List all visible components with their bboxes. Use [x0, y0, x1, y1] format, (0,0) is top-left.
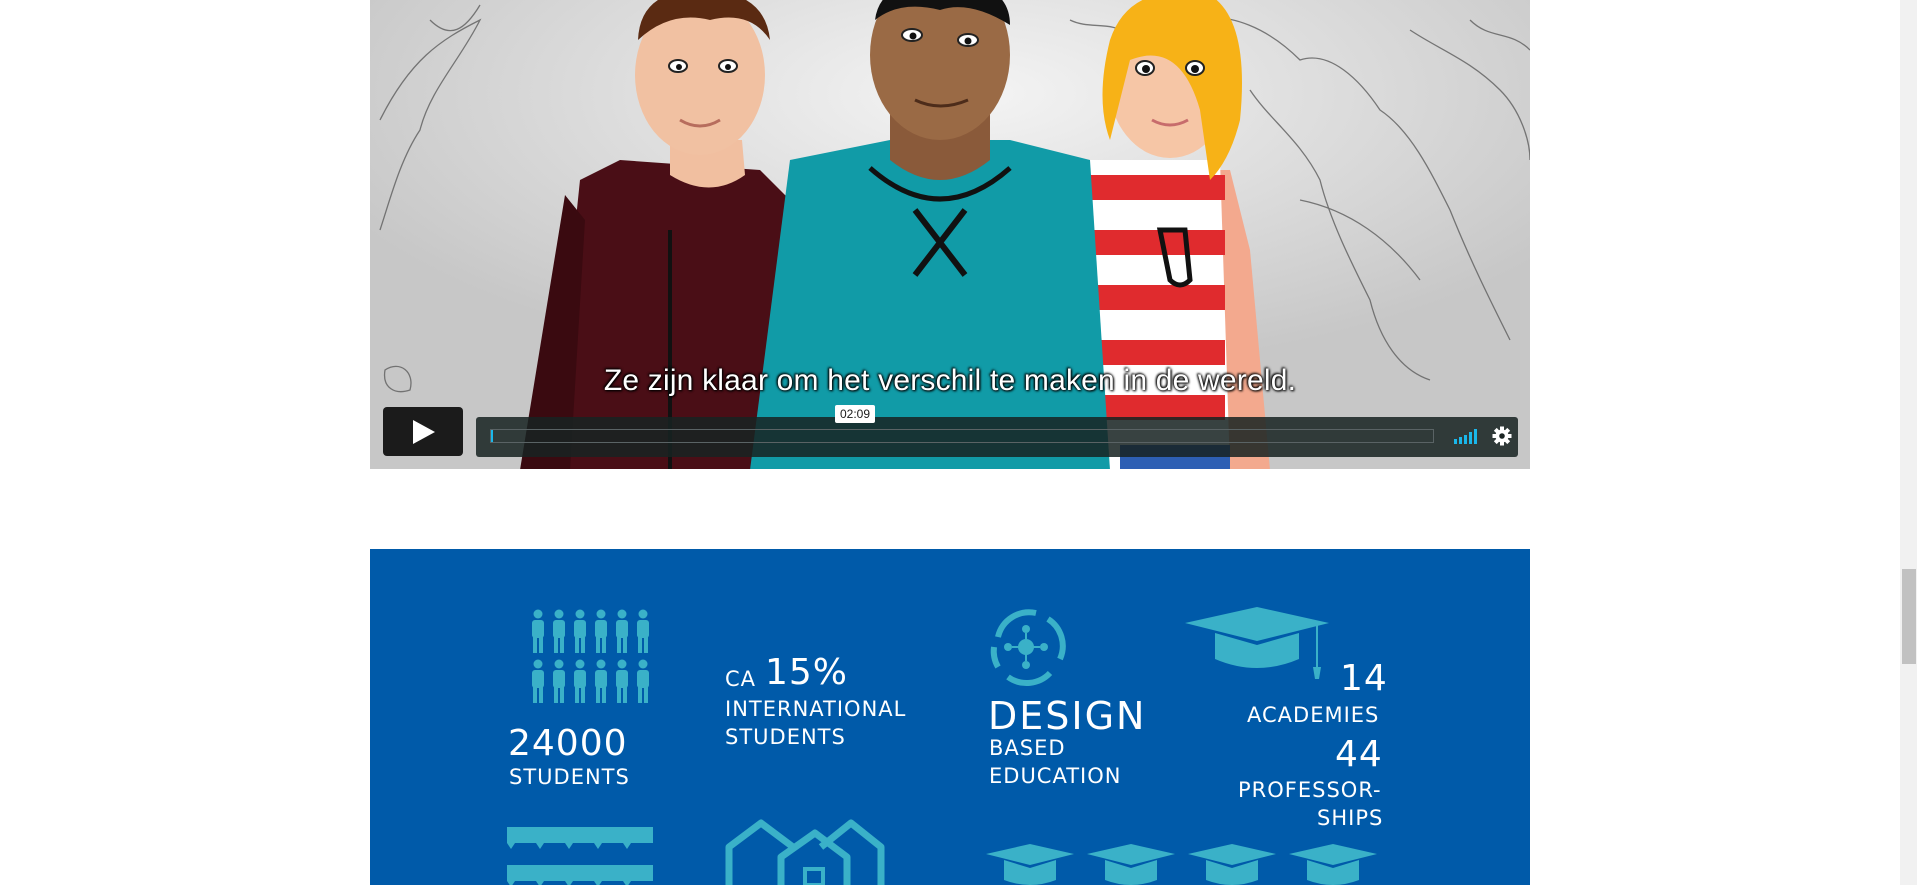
graduation-caps-row-icon — [986, 844, 1377, 885]
video-player[interactable]: Ze zijn klaar om het verschil te maken i… — [370, 0, 1530, 469]
professorships-number: 44 — [1335, 734, 1383, 775]
video-progress-bar[interactable] — [490, 429, 1434, 443]
scrollbar-thumb[interactable] — [1902, 569, 1916, 664]
play-button[interactable] — [383, 407, 463, 456]
international-percent: 15% — [765, 652, 849, 693]
design-line2: EDUCATION — [989, 764, 1122, 788]
play-icon — [413, 419, 435, 444]
students-number: 24000 — [508, 723, 628, 764]
design-cycle-icon — [990, 609, 1066, 687]
gear-icon[interactable] — [1492, 426, 1512, 446]
flags-icon — [507, 827, 653, 885]
design-title: DESIGN — [988, 694, 1147, 738]
students-label: STUDENTS — [509, 765, 630, 789]
international-prefix: CA — [725, 667, 757, 691]
professorships-line1: PROFESSOR- — [1238, 778, 1382, 802]
academies-number: 14 — [1340, 658, 1388, 699]
infographic-banner: 24000 STUDENTS CA 15% INTERNATIONAL STUD… — [370, 549, 1530, 885]
academies-label: ACADEMIES — [1247, 703, 1380, 727]
page-scrollbar[interactable] — [1900, 0, 1917, 885]
video-control-bar — [476, 417, 1518, 457]
buildings-icon — [725, 819, 885, 885]
international-line2: STUDENTS — [725, 725, 846, 749]
students-people-icon — [532, 609, 649, 703]
video-subtitle: Ze zijn klaar om het verschil te maken i… — [603, 364, 1297, 397]
time-tooltip: 02:09 — [835, 405, 876, 423]
video-frame — [370, 0, 1530, 469]
design-line1: BASED — [989, 736, 1066, 760]
progress-played — [491, 430, 493, 442]
professorships-line2: SHIPS — [1317, 806, 1384, 830]
international-line1: INTERNATIONAL — [725, 697, 907, 721]
graduation-cap-icon — [1185, 607, 1329, 679]
volume-icon[interactable] — [1454, 428, 1482, 444]
